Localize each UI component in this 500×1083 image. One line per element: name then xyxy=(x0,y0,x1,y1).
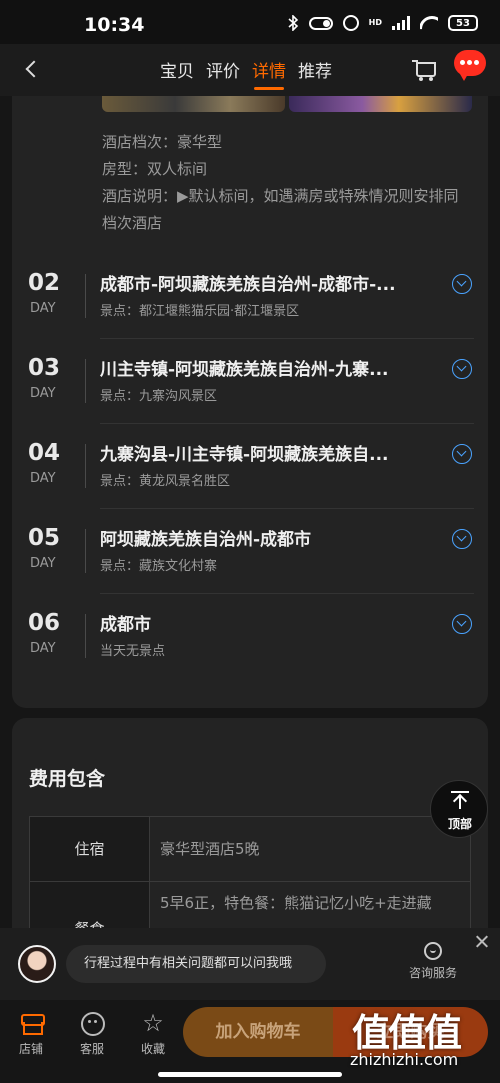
chevron-down-icon[interactable] xyxy=(452,614,472,634)
day-title: 阿坝藏族羌族自治州-成都市 xyxy=(100,530,312,550)
chevron-down-icon[interactable] xyxy=(452,529,472,549)
hotel-info: 酒店档次：豪华型 房型：双人标间 酒店说明：▶默认标间，如遇满房或特殊情况则安排… xyxy=(102,129,472,237)
status-icons: HD 53 xyxy=(287,14,478,32)
day-row[interactable]: 04 DAY 九寨沟县-川主寺镇-阿坝藏族羌族自... 景点：黄龙风景名胜区 xyxy=(12,424,488,509)
tab-item[interactable]: 宝贝 xyxy=(160,57,194,90)
chevron-down-icon[interactable] xyxy=(452,274,472,294)
favorite-label: 收藏 xyxy=(140,1042,165,1056)
top-nav: 宝贝 评价 详情 推荐 xyxy=(0,44,500,96)
close-icon[interactable] xyxy=(474,934,490,950)
day-number: 05 xyxy=(28,525,61,551)
day-spots: 景点：藏族文化村寨 xyxy=(100,559,218,574)
hotel-photo[interactable] xyxy=(289,96,472,112)
day-row[interactable]: 02 DAY 成都市-阿坝藏族羌族自治州-成都市-... 景点：都江堰熊猫乐园·… xyxy=(12,254,488,339)
consult-button[interactable]: 咨询服务 xyxy=(400,942,466,981)
day-spots: 当天无景点 xyxy=(100,644,166,659)
hotel-photos[interactable] xyxy=(102,96,472,112)
day-number: 06 xyxy=(28,610,61,636)
hotel-room-type: 房型：双人标间 xyxy=(102,160,208,178)
arrow-up-icon xyxy=(451,791,469,811)
day-title: 成都市 xyxy=(100,615,151,635)
consult-label: 咨询服务 xyxy=(408,966,457,980)
bluetooth-icon xyxy=(287,14,299,32)
add-to-cart-button[interactable]: 加入购物车 xyxy=(183,1007,333,1057)
day-row[interactable]: 03 DAY 川主寺镇-阿坝藏族羌族自治州-九寨... 景点：九寨沟风景区 xyxy=(12,339,488,424)
day-title: 九寨沟县-川主寺镇-阿坝藏族羌族自... xyxy=(100,445,389,465)
toggle-icon xyxy=(308,16,333,30)
chevron-down-icon[interactable] xyxy=(452,444,472,464)
watermark-domain: zhizhizhi.com xyxy=(350,1050,459,1069)
hotel-photo[interactable] xyxy=(102,96,285,112)
message-icon[interactable] xyxy=(454,50,486,81)
battery-icon: 53 xyxy=(448,15,478,31)
day-spots: 景点：九寨沟风景区 xyxy=(100,389,218,404)
hotel-note: 酒店说明：▶默认标间，如遇满房或特殊情况则安排同档次酒店 xyxy=(102,187,459,232)
watermark-logo: 值值值 xyxy=(352,1011,462,1055)
store-icon xyxy=(19,1012,45,1035)
chat-assistant-bar: 行程过程中有相关问题都可以问我哦 咨询服务 xyxy=(0,928,500,1000)
table-row: 住宿 豪华型酒店5晚 xyxy=(30,817,470,882)
chevron-down-icon[interactable] xyxy=(452,359,472,379)
day-title: 成都市-阿坝藏族羌族自治州-成都市-... xyxy=(100,275,396,295)
day-number: 02 xyxy=(28,270,61,296)
divider xyxy=(85,274,86,318)
hd-label: HD xyxy=(368,18,382,27)
day-label: DAY xyxy=(30,641,56,656)
avatar[interactable] xyxy=(18,945,56,983)
status-bar: 10:34 HD 53 xyxy=(0,0,500,44)
fee-key: 住宿 xyxy=(30,817,150,881)
back-to-top-label: 顶部 xyxy=(447,817,472,831)
back-icon[interactable] xyxy=(18,54,48,84)
itinerary-card: 酒店档次：豪华型 房型：双人标间 酒店说明：▶默认标间，如遇满房或特殊情况则安排… xyxy=(12,96,488,708)
divider xyxy=(85,359,86,403)
watermark: 值值值 zhizhizhi.com xyxy=(342,1000,500,1083)
day-label: DAY xyxy=(30,386,56,401)
day-number: 03 xyxy=(28,355,61,381)
bottom-action-bar: 店铺 客服 ☆ 收藏 加入购物车 立即购买 值值值 zhizhizhi.com xyxy=(0,1000,500,1083)
nav-tabs: 宝贝 评价 详情 推荐 xyxy=(160,57,332,90)
cart-icon[interactable] xyxy=(412,58,438,82)
day-label: DAY xyxy=(30,556,56,571)
service-label: 客服 xyxy=(79,1042,104,1056)
tab-reviews[interactable]: 评价 xyxy=(206,57,240,90)
day-label: DAY xyxy=(30,301,56,316)
day-title: 川主寺镇-阿坝藏族羌族自治州-九寨... xyxy=(100,360,389,380)
day-row[interactable]: 05 DAY 阿坝藏族羌族自治州-成都市 景点：藏族文化村寨 xyxy=(12,509,488,594)
smile-icon xyxy=(424,942,442,960)
back-to-top-button[interactable]: 顶部 xyxy=(430,780,488,838)
divider xyxy=(85,444,86,488)
day-label: DAY xyxy=(30,471,56,486)
star-icon: ☆ xyxy=(142,1009,164,1037)
store-button[interactable]: 店铺 xyxy=(9,1012,53,1057)
alarm-icon xyxy=(342,15,359,31)
home-indicator xyxy=(158,1072,342,1077)
store-label: 店铺 xyxy=(18,1042,43,1056)
hotel-grade: 酒店档次：豪华型 xyxy=(102,133,223,151)
day-row[interactable]: 06 DAY 成都市 当天无景点 xyxy=(12,594,488,679)
service-button[interactable]: 客服 xyxy=(70,1012,114,1057)
signal-icon xyxy=(392,16,410,30)
fee-card: 费用包含 住宿 豪华型酒店5晚 餐食 5早6正，特色餐：熊猫记忆小吃+走进藏 xyxy=(12,718,488,961)
divider xyxy=(85,529,86,573)
fee-value: 豪华型酒店5晚 xyxy=(160,840,260,858)
service-icon xyxy=(80,1012,105,1036)
wifi-icon xyxy=(420,16,438,30)
tab-recommend[interactable]: 推荐 xyxy=(298,57,332,90)
day-number: 04 xyxy=(28,440,61,466)
chat-message[interactable]: 行程过程中有相关问题都可以问我哦 xyxy=(66,945,326,983)
day-spots: 景点：都江堰熊猫乐园·都江堰景区 xyxy=(100,304,300,319)
tab-details[interactable]: 详情 xyxy=(252,57,286,90)
favorite-button[interactable]: ☆ 收藏 xyxy=(131,1009,175,1057)
status-time: 10:34 xyxy=(84,14,145,36)
divider xyxy=(85,614,86,658)
fee-title: 费用包含 xyxy=(29,768,106,790)
day-spots: 景点：黄龙风景名胜区 xyxy=(100,474,231,489)
